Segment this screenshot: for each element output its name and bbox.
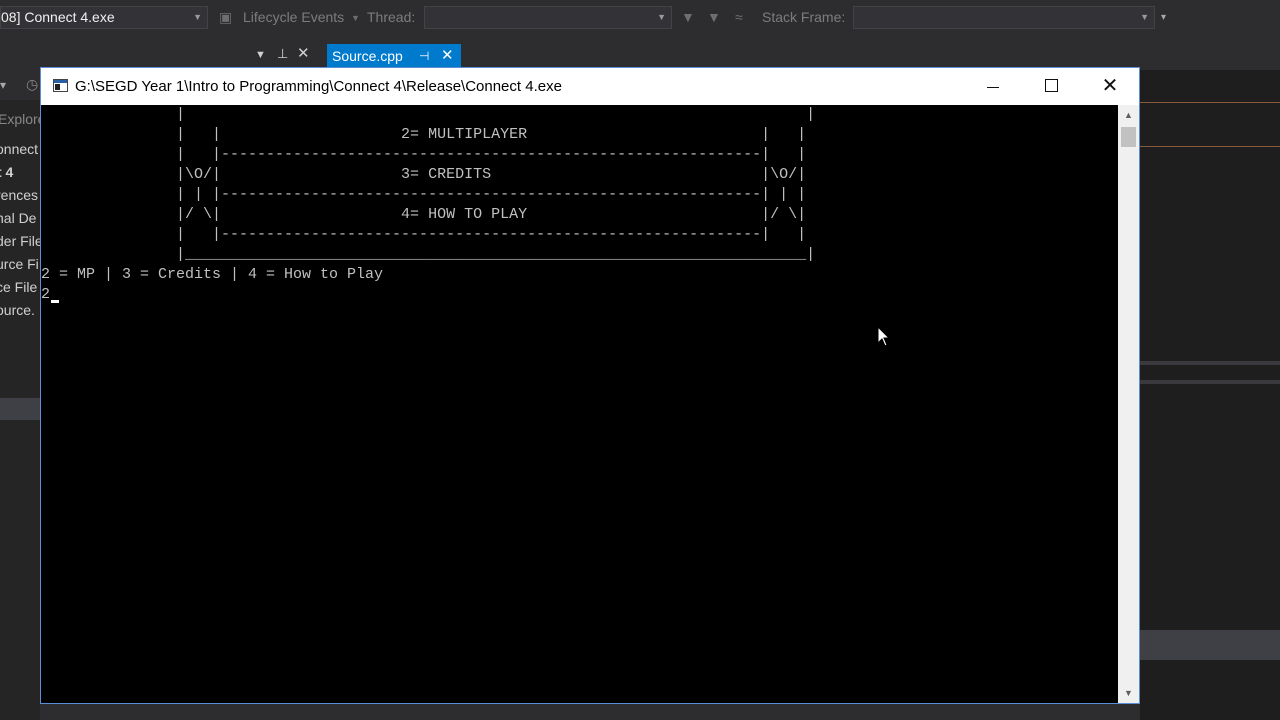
maximize-button[interactable] bbox=[1022, 68, 1080, 105]
tree-item[interactable]: urce Fi bbox=[0, 256, 39, 272]
filter-clear-icon[interactable]: ▼ bbox=[707, 9, 721, 25]
vertical-scrollbar[interactable]: ▲ ▼ bbox=[1118, 105, 1139, 703]
console-app-icon[interactable] bbox=[53, 79, 68, 92]
close-button[interactable]: ✕ bbox=[1081, 68, 1139, 105]
lifecycle-icon: ▣ bbox=[219, 9, 233, 25]
close-icon: ✕ bbox=[1101, 75, 1119, 97]
window-title: G:\SEGD Year 1\Intro to Programming\Conn… bbox=[75, 78, 562, 95]
divider bbox=[1140, 146, 1280, 147]
chevron-down-icon: ▼ bbox=[1140, 12, 1149, 22]
menu-prompt: 2 = MP | 3 = Credits | 4 = How to Play bbox=[41, 266, 384, 283]
solution-explorer-panel: Explore onnect t 4 rences nal De der Fil… bbox=[0, 100, 40, 720]
close-icon[interactable]: ✕ bbox=[441, 44, 454, 68]
pin-icon[interactable]: ⊥ bbox=[277, 46, 288, 62]
console-line: | |-------------------------------------… bbox=[41, 226, 807, 243]
pin-icon[interactable]: ⊣ bbox=[419, 44, 429, 68]
console-output[interactable]: | | | | 2= MULTIPLAYER | | | |----------… bbox=[41, 105, 1118, 703]
text-cursor bbox=[51, 300, 59, 303]
menu-option-multiplayer: | | 2= MULTIPLAYER | | bbox=[41, 126, 807, 143]
console-line: | |-------------------------------------… bbox=[41, 146, 807, 163]
scroll-down-icon[interactable]: ▼ bbox=[1118, 683, 1139, 703]
minimize-icon bbox=[987, 86, 999, 88]
scroll-up-icon[interactable]: ▲ bbox=[1118, 105, 1139, 125]
toolbar-overflow-icon[interactable]: ▾ bbox=[1161, 12, 1166, 23]
filter-icon[interactable]: ▼ bbox=[681, 9, 695, 25]
tab-dropdown-icon[interactable]: ▼ bbox=[255, 49, 266, 61]
chevron-down-icon: ▼ bbox=[193, 12, 202, 22]
mouse-pointer-icon bbox=[877, 326, 891, 347]
console-line: |_______________________________________… bbox=[41, 246, 816, 263]
tree-item[interactable]: ce File bbox=[0, 279, 37, 295]
chevron-down-icon: ▼ bbox=[657, 12, 666, 22]
editor-area bbox=[1140, 70, 1280, 720]
solution-explorer-tab[interactable]: Explore bbox=[0, 111, 40, 127]
tab-source-cpp[interactable]: Source.cpp ⊣ ✕ bbox=[327, 44, 461, 68]
tree-item[interactable]: der File bbox=[0, 233, 40, 249]
vs-debug-toolbar: 08] Connect 4.exe ▼ ▣ Lifecycle Events ▼… bbox=[0, 0, 1280, 37]
lifecycle-events-button[interactable]: Lifecycle Events bbox=[243, 9, 344, 25]
menu-option-how-to-play: |/ \| 4= HOW TO PLAY |/ \| bbox=[41, 206, 807, 223]
close-icon[interactable]: ✕ bbox=[297, 44, 310, 62]
console-titlebar[interactable]: G:\SEGD Year 1\Intro to Programming\Conn… bbox=[41, 68, 1139, 105]
divider bbox=[1140, 102, 1280, 103]
divider bbox=[1140, 380, 1280, 384]
tree-item[interactable]: ource. bbox=[0, 302, 35, 318]
tree-item[interactable]: t 4 bbox=[0, 164, 13, 180]
menu-option-credits: |\O/| 3= CREDITS |\O/| bbox=[41, 166, 807, 183]
console-line: | | bbox=[41, 106, 816, 123]
thread-label: Thread: bbox=[367, 9, 416, 25]
user-input: 2 bbox=[41, 286, 51, 303]
maximize-icon bbox=[1044, 79, 1058, 93]
status-strip bbox=[1140, 630, 1280, 660]
thread-combo[interactable]: ▼ bbox=[424, 6, 672, 29]
tab-label: Source.cpp bbox=[332, 48, 403, 64]
stack-frame-combo[interactable]: ▼ bbox=[853, 6, 1155, 29]
process-combo-value: 08] Connect 4.exe bbox=[1, 9, 115, 25]
process-combo[interactable]: 08] Connect 4.exe ▼ bbox=[0, 6, 208, 29]
stack-frame-label: Stack Frame: bbox=[762, 9, 846, 25]
toggle-icon[interactable]: ≈ bbox=[735, 9, 743, 25]
console-window[interactable]: G:\SEGD Year 1\Intro to Programming\Conn… bbox=[40, 67, 1140, 704]
tree-item[interactable]: onnect bbox=[0, 141, 38, 157]
dropdown-arrow-icon[interactable]: ▾ bbox=[0, 78, 6, 92]
console-line: | | |-----------------------------------… bbox=[41, 186, 807, 203]
chevron-down-icon: ▼ bbox=[351, 13, 360, 23]
history-icon[interactable]: ◷ bbox=[26, 76, 38, 93]
scroll-thumb[interactable] bbox=[1121, 127, 1136, 147]
tree-item[interactable]: nal De bbox=[0, 210, 36, 226]
divider bbox=[1140, 361, 1280, 365]
tree-item[interactable]: rences bbox=[0, 187, 38, 203]
minimize-button[interactable] bbox=[964, 68, 1022, 105]
selected-row-highlight bbox=[0, 398, 40, 420]
